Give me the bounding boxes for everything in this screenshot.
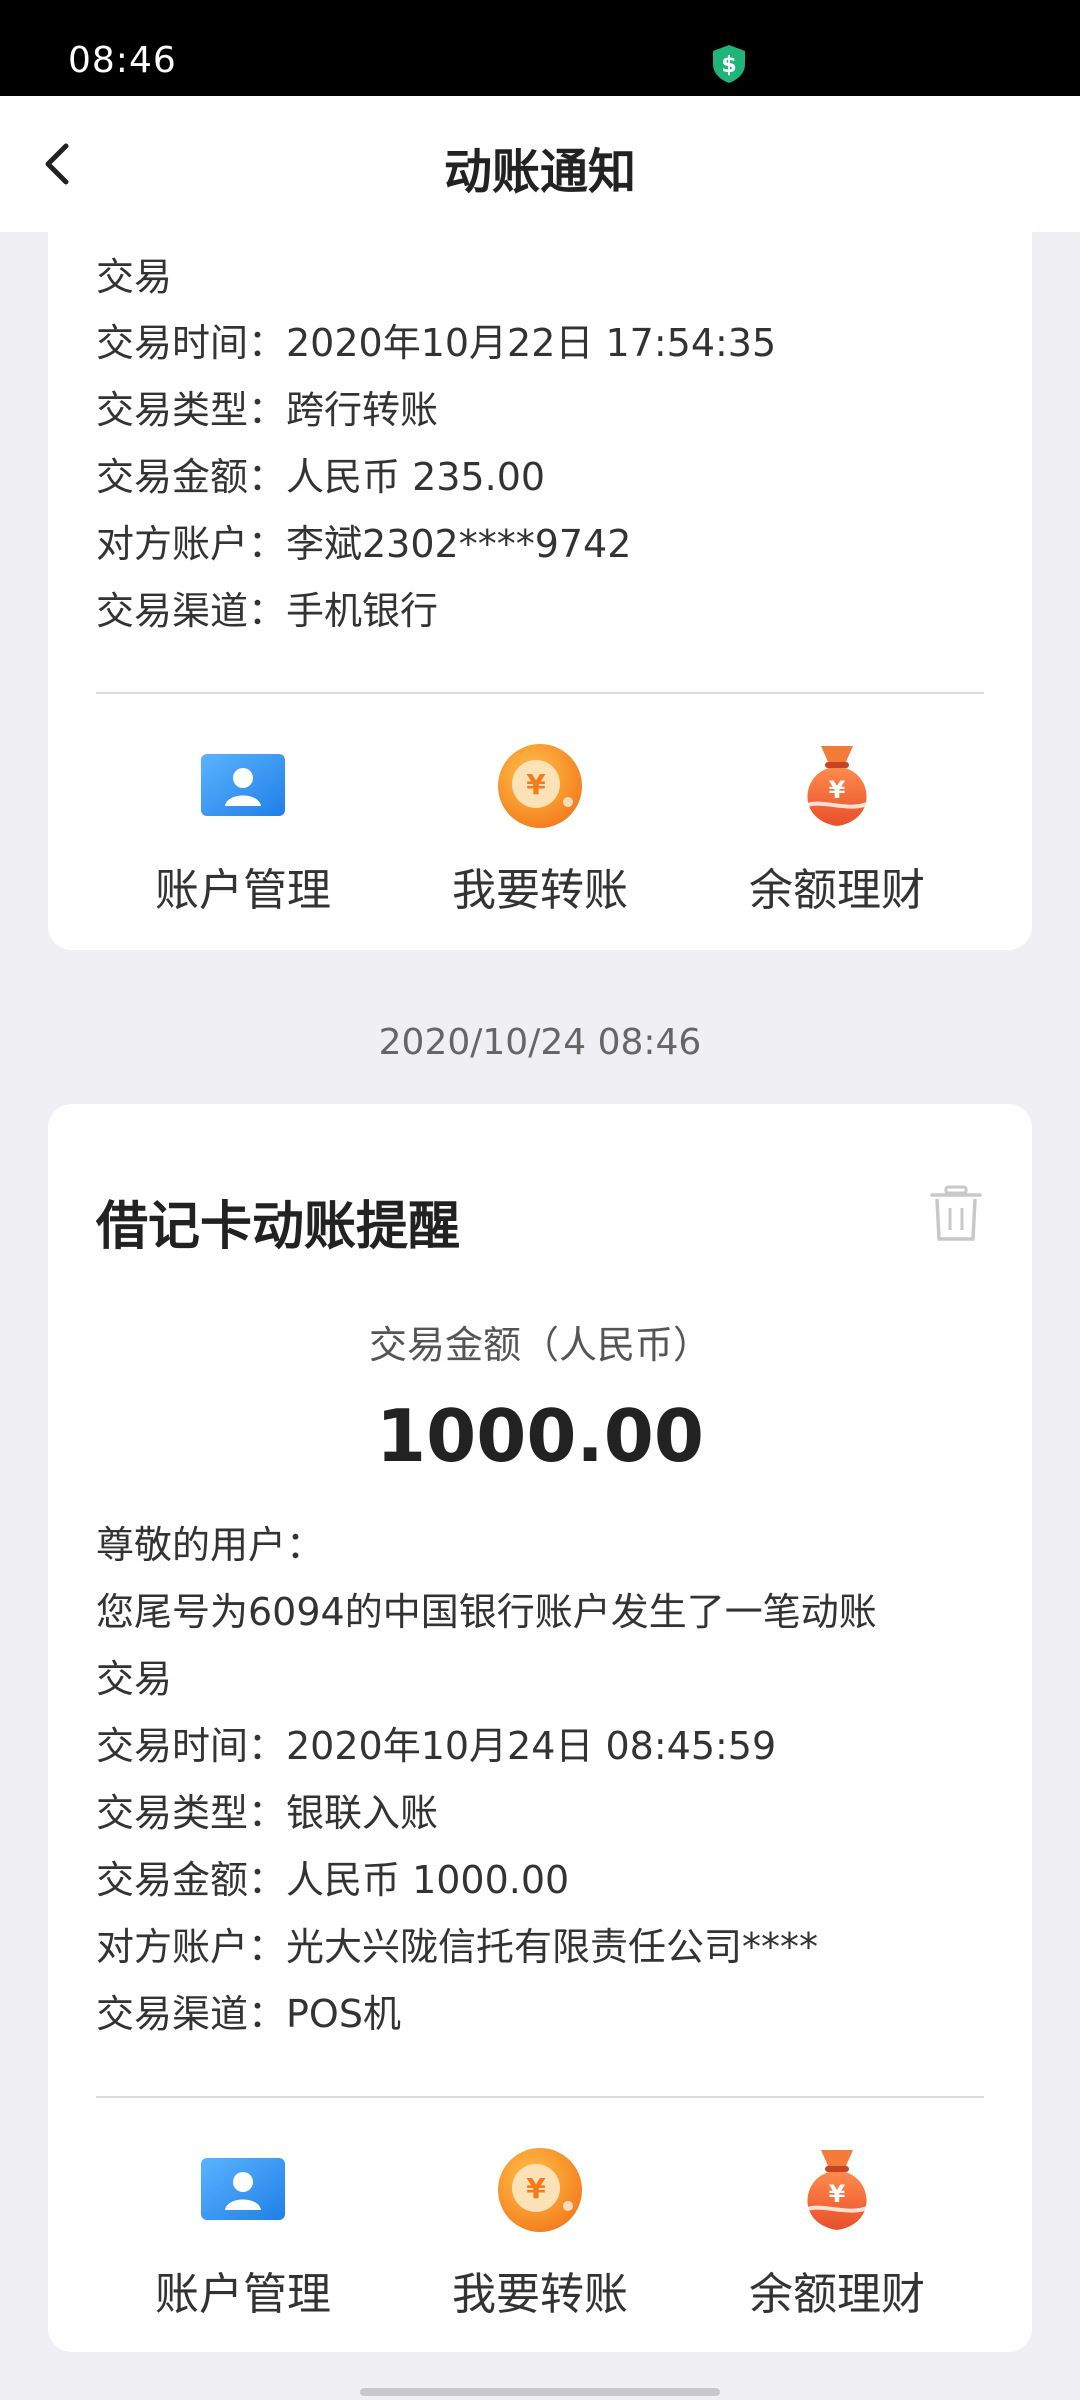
amount-label: 交易金额（人民币） bbox=[368, 1323, 711, 1367]
amount-value: 1000.00 bbox=[376, 1394, 704, 1478]
transfer-button[interactable]: ¥ 我要转账 bbox=[410, 740, 670, 918]
account-management-label: 账户管理 bbox=[155, 2269, 331, 2320]
detail-line: 交易金额：人民币 235.00 bbox=[96, 455, 546, 499]
transfer-label: 我要转账 bbox=[452, 2269, 628, 2320]
wealth-management-button[interactable]: ¥ 余额理财 bbox=[707, 2144, 967, 2322]
page-title: 动账通知 bbox=[443, 144, 636, 200]
detail-line: 您尾号为6094的中国银行账户发生了一笔动账 bbox=[96, 1590, 877, 1634]
detail-line: 交易时间：2020年10月24日 08:45:59 bbox=[96, 1724, 777, 1768]
home-indicator[interactable] bbox=[360, 2388, 720, 2396]
trash-icon[interactable] bbox=[928, 1184, 984, 1244]
transfer-label: 我要转账 bbox=[452, 865, 628, 916]
svg-text:$: $ bbox=[721, 53, 736, 78]
detail-line: 交易金额：人民币 1000.00 bbox=[96, 1858, 570, 1902]
shield-icon: $ bbox=[713, 45, 745, 83]
detail-line: 交易渠道：POS机 bbox=[96, 1992, 401, 2036]
detail-line: 对方账户：光大兴陇信托有限责任公司**** bbox=[96, 1925, 819, 1969]
money-bag-icon: ¥ bbox=[804, 2150, 873, 2230]
detail-line: 交易类型：跨行转账 bbox=[96, 388, 439, 432]
account-management-button[interactable]: 账户管理 bbox=[113, 2144, 373, 2322]
card-title: 借记卡动账提醒 bbox=[96, 1197, 461, 1257]
svg-text:¥: ¥ bbox=[526, 2172, 546, 2205]
divider bbox=[96, 692, 984, 694]
detail-line: 交易 bbox=[96, 255, 173, 299]
detail-line: 尊敬的用户： bbox=[96, 1523, 325, 1567]
money-bag-icon: ¥ bbox=[804, 746, 873, 826]
wealth-management-button[interactable]: ¥ 余额理财 bbox=[707, 740, 967, 918]
wealth-management-label: 余额理财 bbox=[749, 865, 925, 916]
detail-line: 交易渠道：手机银行 bbox=[96, 589, 439, 633]
account-management-button[interactable]: 账户管理 bbox=[113, 740, 373, 918]
detail-line: 对方账户：李斌2302****9742 bbox=[96, 522, 632, 566]
detail-line: 交易 bbox=[96, 1657, 173, 1701]
transfer-button[interactable]: ¥ 我要转账 bbox=[410, 2144, 670, 2322]
transaction-card-previous: 交易 交易时间：2020年10月22日 17:54:35 交易类型：跨行转账 交… bbox=[48, 200, 1032, 950]
yuan-coin-icon: ¥ bbox=[498, 744, 582, 828]
yuan-coin-icon: ¥ bbox=[498, 2148, 582, 2232]
account-card-icon bbox=[201, 2158, 285, 2220]
status-bar: 08:46 $ bbox=[0, 0, 1080, 96]
account-card-icon bbox=[201, 754, 285, 816]
transaction-card: 借记卡动账提醒 交易金额（人民币） 1000.00 尊敬的用户： 您尾号为609… bbox=[48, 1104, 1032, 2352]
detail-line: 交易时间：2020年10月22日 17:54:35 bbox=[96, 321, 777, 365]
svg-text:¥: ¥ bbox=[829, 776, 846, 804]
wealth-management-label: 余额理财 bbox=[749, 2269, 925, 2320]
message-timestamp: 2020/10/24 08:46 bbox=[378, 1022, 702, 1063]
svg-text:¥: ¥ bbox=[829, 2180, 846, 2208]
status-time: 08:46 bbox=[68, 40, 177, 81]
account-management-label: 账户管理 bbox=[155, 865, 331, 916]
detail-line: 交易类型：银联入账 bbox=[96, 1791, 439, 1835]
svg-text:¥: ¥ bbox=[526, 768, 546, 801]
divider bbox=[96, 2096, 984, 2098]
